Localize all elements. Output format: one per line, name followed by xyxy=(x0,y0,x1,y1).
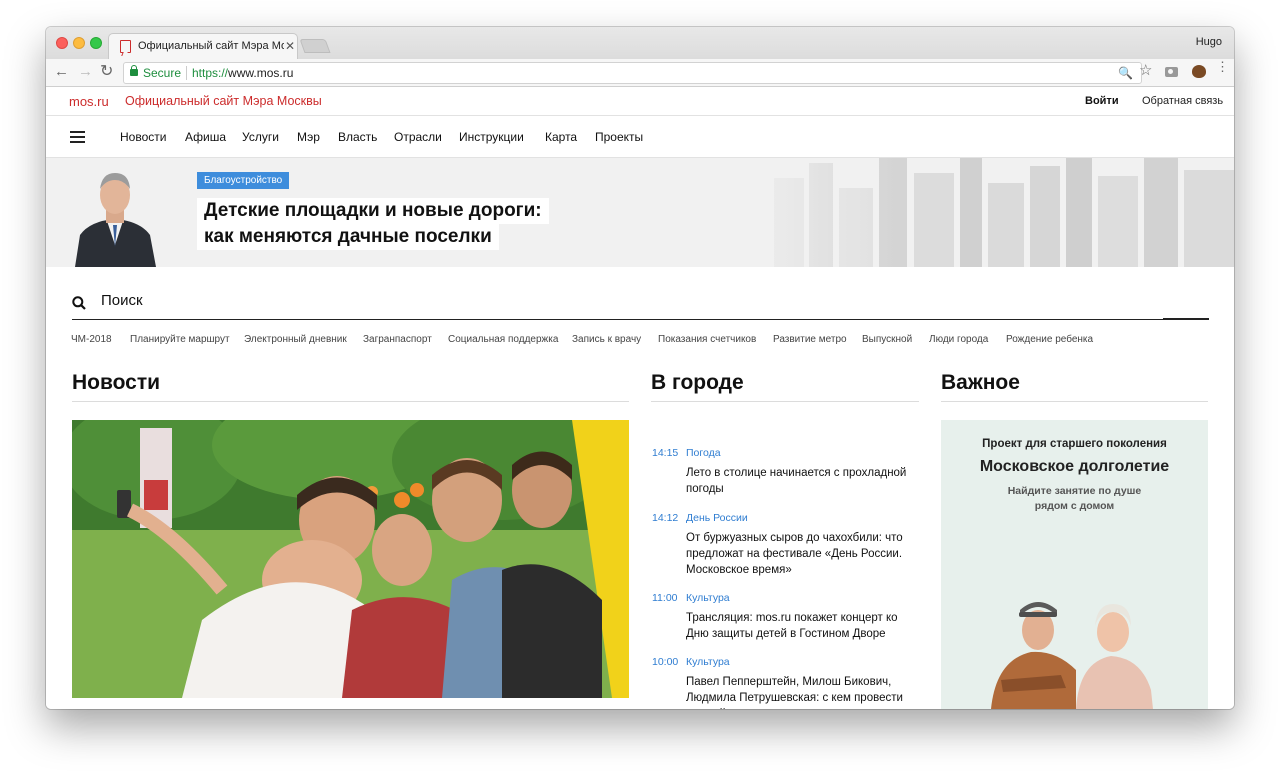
quicklink-item[interactable]: Запись к врачу xyxy=(572,334,641,345)
section-divider xyxy=(72,401,629,402)
skyline-image xyxy=(714,158,1234,267)
tab-title: Официальный сайт Мэра Мо xyxy=(138,40,284,52)
nav-item-sectors[interactable]: Отрасли xyxy=(394,130,442,144)
new-tab-button[interactable] xyxy=(299,39,331,53)
promo-kicker: Проект для старшего поколения xyxy=(982,438,1167,450)
city-news-time: 14:15 xyxy=(652,447,679,459)
search-input[interactable]: Поиск xyxy=(101,292,143,309)
hero-category-tag[interactable]: Благоустройство xyxy=(197,172,290,189)
quicklink-item[interactable]: Люди города xyxy=(929,334,988,345)
browser-menu-icon[interactable]: ⋮ xyxy=(1216,60,1229,73)
news-lead-photo[interactable] xyxy=(72,420,629,698)
tab-close-icon[interactable]: ✕ xyxy=(285,39,295,53)
quicklink-item[interactable]: Загранпаспорт xyxy=(363,334,432,345)
hero-banner[interactable]: Благоустройство Детские площадки и новые… xyxy=(46,158,1234,267)
tab-strip: Официальный сайт Мэра Мо ✕ Hugo xyxy=(46,27,1234,59)
main-navigation: Новости Афиша Услуги Мэр Власть Отрасли … xyxy=(46,117,1234,158)
zoom-icon[interactable]: 🔍 xyxy=(1118,66,1133,80)
bear-extension-icon[interactable] xyxy=(1192,65,1206,78)
nav-item-services[interactable]: Услуги xyxy=(242,130,279,144)
feedback-link[interactable]: Обратная связь xyxy=(1142,95,1223,107)
quicklink-item[interactable]: Развитие метро xyxy=(773,334,847,345)
promo-subtitle-line: рядом с домом xyxy=(1034,500,1115,512)
city-news-headline[interactable]: Трансляция: mos.ru покажет концерт ко Дн… xyxy=(686,610,922,642)
site-search[interactable]: Поиск xyxy=(72,292,1209,322)
section-divider xyxy=(651,401,919,402)
nav-item-map[interactable]: Карта xyxy=(545,130,577,144)
bookmark-star-icon[interactable]: ☆ xyxy=(1139,61,1152,79)
site-topbar: mos.ru Официальный сайт Мэра Москвы Войт… xyxy=(46,88,1234,116)
nav-item-projects[interactable]: Проекты xyxy=(595,130,643,144)
city-news-category[interactable]: Культура xyxy=(686,656,730,668)
quicklink-item[interactable]: Выпускной xyxy=(862,334,912,345)
nav-item-news[interactable]: Новости xyxy=(120,130,166,144)
quicklink-item[interactable]: ЧМ-2018 xyxy=(71,334,112,345)
city-news-time: 11:00 xyxy=(652,592,678,604)
city-news-category[interactable]: Погода xyxy=(686,447,721,459)
city-news-time: 14:12 xyxy=(652,512,679,524)
promo-subtitle: Найдите занятие по душе рядом с домом xyxy=(941,484,1208,514)
hero-title-line: Детские площадки и новые дороги: xyxy=(197,198,549,224)
important-section-title: Важное xyxy=(941,371,1020,394)
city-news-category[interactable]: День России xyxy=(686,512,748,524)
quicklink-item[interactable]: Показания счетчиков xyxy=(658,334,756,345)
quicklink-item[interactable]: Рождение ребенка xyxy=(1006,334,1093,345)
nav-item-mayor[interactable]: Мэр xyxy=(297,130,320,144)
secure-label: Secure xyxy=(143,66,182,80)
hamburger-menu-icon[interactable] xyxy=(70,131,85,143)
url-host: www.mos.ru xyxy=(228,66,294,80)
quicklink-item[interactable]: Электронный дневник xyxy=(244,334,347,345)
mayor-portrait xyxy=(75,173,156,267)
browser-tab[interactable]: Официальный сайт Мэра Мо ✕ xyxy=(108,33,298,59)
back-arrow-icon[interactable]: ← xyxy=(54,64,69,80)
nav-item-instructions[interactable]: Инструкции xyxy=(459,130,524,144)
favicon-icon xyxy=(120,40,131,53)
search-underline-accent xyxy=(1163,318,1209,320)
site-title[interactable]: Официальный сайт Мэра Москвы xyxy=(125,94,322,108)
url-text[interactable]: https://www.mos.ru xyxy=(192,66,293,80)
hero-title[interactable]: Детские площадки и новые дороги: как мен… xyxy=(197,198,549,250)
nav-item-government[interactable]: Власть xyxy=(338,130,377,144)
promo-subtitle-line: Найдите занятие по душе xyxy=(1007,485,1142,497)
window-maximize-button[interactable] xyxy=(90,37,102,49)
address-bar[interactable]: Secure https://www.mos.ru 🔍 xyxy=(123,62,1142,84)
page-viewport: mos.ru Официальный сайт Мэра Москвы Войт… xyxy=(46,88,1234,709)
nav-item-afisha[interactable]: Афиша xyxy=(185,130,226,144)
city-news-headline[interactable]: Лето в столице начинается с прохладной п… xyxy=(686,465,922,497)
promo-title: Московское долголетие xyxy=(979,458,1170,475)
window-close-button[interactable] xyxy=(56,37,68,49)
url-separator xyxy=(186,66,187,80)
lock-icon xyxy=(130,65,138,76)
camera-icon[interactable] xyxy=(1165,67,1178,77)
window-minimize-button[interactable] xyxy=(73,37,85,49)
city-news-time: 10:00 xyxy=(652,656,679,668)
section-divider xyxy=(941,401,1208,402)
quicklink-item[interactable]: Планируйте маршрут xyxy=(130,334,230,345)
url-scheme: https:// xyxy=(192,66,229,80)
browser-window: Официальный сайт Мэра Мо ✕ Hugo ← → ↻ Se… xyxy=(46,27,1234,709)
important-promo-card[interactable]: Проект для старшего поколения Московское… xyxy=(941,420,1208,709)
city-news-headline[interactable]: От буржуазных сыров до чахохбили: что пр… xyxy=(686,530,922,578)
reload-icon[interactable]: ↻ xyxy=(100,64,113,80)
city-news-headline[interactable]: Павел Пепперштейн, Милош Бикович, Людмил… xyxy=(686,674,922,709)
profile-name[interactable]: Hugo xyxy=(1196,36,1222,48)
search-underline xyxy=(72,319,1209,320)
elderly-couple-image xyxy=(991,602,1153,709)
search-icon xyxy=(72,296,86,310)
site-logo[interactable]: mos.ru xyxy=(69,94,109,109)
city-news-category[interactable]: Культура xyxy=(686,592,730,604)
hero-title-line: как меняются дачные поселки xyxy=(197,224,499,250)
city-section-title[interactable]: В городе xyxy=(651,371,744,395)
selfie-kids-image xyxy=(72,420,629,698)
browser-toolbar: ← → ↻ Secure https://www.mos.ru 🔍 ☆ ⋮ xyxy=(46,59,1234,87)
forward-arrow-icon[interactable]: → xyxy=(78,64,93,80)
login-link[interactable]: Войти xyxy=(1085,95,1119,107)
news-section-title[interactable]: Новости xyxy=(72,371,160,395)
quicklink-item[interactable]: Социальная поддержка xyxy=(448,334,558,345)
